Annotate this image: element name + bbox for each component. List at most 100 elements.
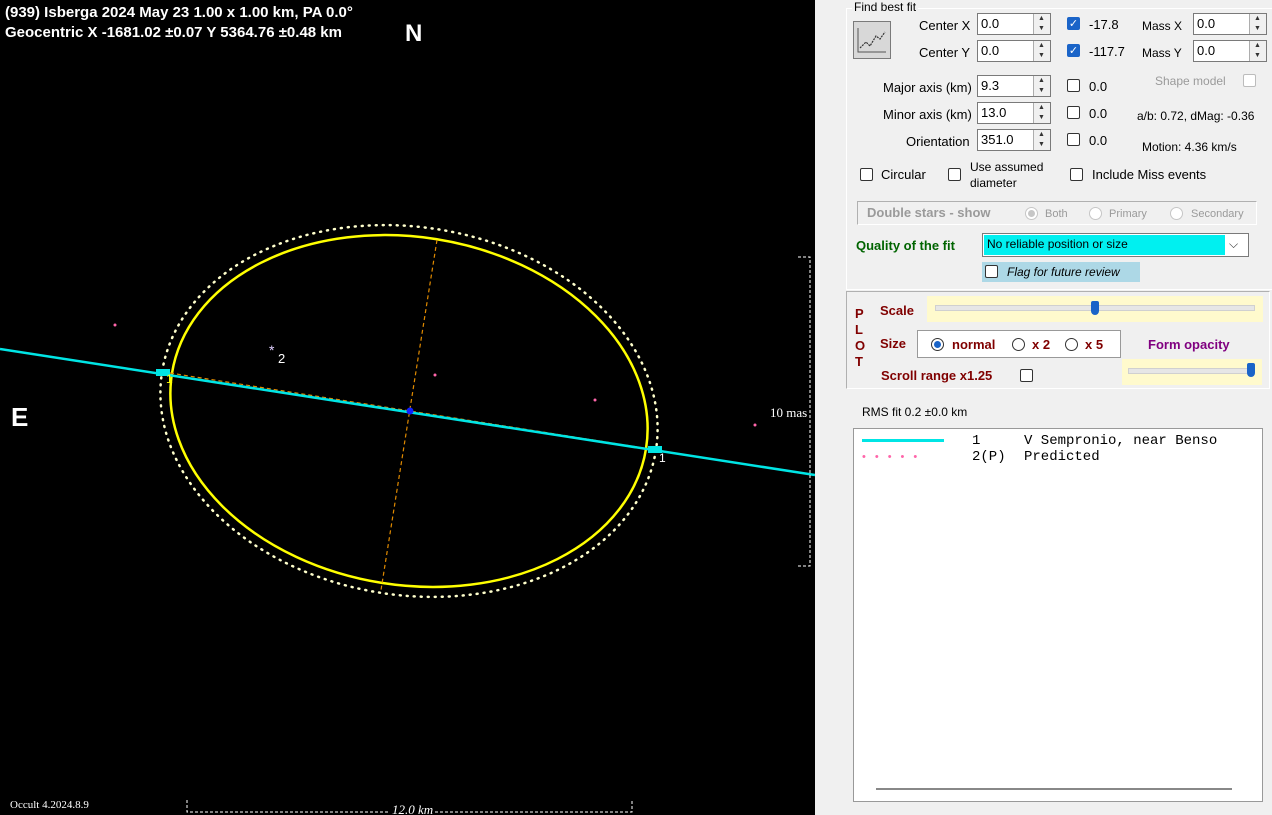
size-normal-radio[interactable] xyxy=(931,338,944,351)
east-label: E xyxy=(11,402,29,432)
mass-x-label: Mass X xyxy=(1142,19,1183,33)
minor-axis-spinner[interactable]: 13.0 ▲ ▼ xyxy=(977,102,1051,124)
mas-scale-label: 10 mas xyxy=(770,405,808,420)
chord-label-right: 1 xyxy=(659,451,666,465)
form-opacity-slider[interactable] xyxy=(1122,359,1262,385)
spinner-arrows-icon[interactable]: ▲ ▼ xyxy=(1249,14,1266,34)
minor-axis-label: Minor axis (km) xyxy=(883,107,972,122)
use-assumed-label-2: diameter xyxy=(970,176,1017,190)
legend-text: V Sempronio, near Benso xyxy=(1024,433,1218,449)
chevron-down-icon[interactable]: ⌵ xyxy=(1229,237,1238,252)
find-best-fit-button[interactable] xyxy=(853,21,891,59)
primary-radio[interactable] xyxy=(1089,207,1102,220)
spinner-arrows-icon[interactable]: ▲ ▼ xyxy=(1249,41,1266,61)
star-label: 2 xyxy=(278,351,286,366)
plot-title: (939) Isberga 2024 May 23 1.00 x 1.00 km… xyxy=(5,4,353,21)
orientation-label: Orientation xyxy=(906,134,970,149)
orientation-value: 351.0 xyxy=(981,132,1014,147)
size-normal-label: normal xyxy=(952,337,996,352)
spinner-arrows-icon[interactable]: ▲ ▼ xyxy=(1033,41,1050,61)
quality-selected: No reliable position or size xyxy=(984,235,1225,255)
minor-axis-value: 13.0 xyxy=(981,105,1007,120)
star-marker: * xyxy=(269,342,275,358)
major-axis-check-value: 0.0 xyxy=(1089,79,1108,94)
legend-swatch-solid xyxy=(862,439,944,442)
major-axis-spinner[interactable]: 9.3 ▲ ▼ xyxy=(977,75,1051,97)
mass-y-spinner[interactable]: 0.0 ▲ ▼ xyxy=(1193,40,1267,62)
secondary-radio[interactable] xyxy=(1170,207,1183,220)
orientation-spinner[interactable]: 351.0 ▲ ▼ xyxy=(977,129,1051,151)
flag-review-checkbox[interactable] xyxy=(985,265,998,278)
center-x-spinner[interactable]: 0.0 ▲ ▼ xyxy=(977,13,1051,35)
legend-num: 1 xyxy=(972,433,981,449)
size-label: Size xyxy=(880,336,907,351)
minor-axis-checkbox[interactable] xyxy=(1067,106,1080,119)
quality-dropdown[interactable]: No reliable position or size ⌵ xyxy=(982,233,1249,257)
scroll-range-checkbox[interactable] xyxy=(1020,369,1033,382)
center-x-value: 0.0 xyxy=(981,16,1000,31)
double-stars-label: Double stars - show xyxy=(867,205,991,220)
quality-label: Quality of the fit xyxy=(856,238,955,253)
chart-icon xyxy=(854,22,890,58)
find-best-fit-label: Find best fit xyxy=(852,0,919,14)
horizontal-scrollbar[interactable] xyxy=(876,788,1232,790)
spinner-arrows-icon[interactable]: ▲ ▼ xyxy=(1033,14,1050,34)
mass-x-value: 0.0 xyxy=(1197,16,1216,31)
predicted-point xyxy=(753,423,757,427)
center-x-check-value: -17.8 xyxy=(1089,17,1119,32)
shape-model-checkbox[interactable] xyxy=(1243,74,1256,87)
circular-checkbox[interactable] xyxy=(860,168,873,181)
mass-y-label: Mass Y xyxy=(1142,46,1182,60)
plot-letter: L xyxy=(855,322,863,337)
version-label: Occult 4.2024.8.9 xyxy=(10,799,89,811)
size-x5-radio[interactable] xyxy=(1065,338,1078,351)
scroll-range-label: Scroll range x1.25 xyxy=(881,368,993,383)
plot-vertical-label: P L O T xyxy=(855,306,865,370)
spinner-arrows-icon[interactable]: ▲ ▼ xyxy=(1033,103,1050,123)
geocentric-position: Geocentric X -1681.02 ±0.07 Y 5364.76 ±0… xyxy=(5,24,342,41)
scale-slider-thumb[interactable] xyxy=(1091,301,1099,315)
secondary-label: Secondary xyxy=(1191,208,1244,220)
orientation-checkbox[interactable] xyxy=(1067,133,1080,146)
primary-label: Primary xyxy=(1109,208,1147,220)
form-opacity-slider-thumb[interactable] xyxy=(1247,363,1255,377)
orientation-check-value: 0.0 xyxy=(1089,133,1108,148)
quality-value: No reliable position or size xyxy=(987,237,1128,251)
legend-list[interactable]: 1 V Sempronio, near Benso ••••• 2(P) Pre… xyxy=(853,428,1263,802)
scale-slider[interactable] xyxy=(927,296,1263,322)
include-miss-label: Include Miss events xyxy=(1092,167,1207,182)
spinner-arrows-icon[interactable]: ▲ ▼ xyxy=(1033,76,1050,96)
both-radio[interactable] xyxy=(1025,207,1038,220)
plot-letter: O xyxy=(855,338,866,353)
size-x2-label: x 2 xyxy=(1032,337,1051,352)
major-axis-value: 9.3 xyxy=(981,78,1000,93)
control-panel: Find best fit Center X 0.0 ▲ ▼ ✓ -17.8 Ma… xyxy=(815,0,1272,815)
km-scale-label: 12.0 km xyxy=(390,802,436,815)
use-assumed-diameter-checkbox[interactable] xyxy=(948,168,961,181)
major-axis-label: Major axis (km) xyxy=(883,80,972,95)
plot-letter: P xyxy=(855,306,864,321)
center-x-checkbox[interactable]: ✓ xyxy=(1067,17,1080,30)
ab-dmag-text: a/b: 0.72, dMag: -0.36 xyxy=(1137,109,1255,123)
center-y-value: 0.0 xyxy=(981,43,1000,58)
use-assumed-label-1: Use assumed xyxy=(970,160,1044,174)
motion-text: Motion: 4.36 km/s xyxy=(1142,140,1237,154)
scale-label: Scale xyxy=(880,303,914,318)
spinner-arrows-icon[interactable]: ▲ ▼ xyxy=(1033,130,1050,150)
legend-swatch-dots: ••••• xyxy=(862,451,927,463)
size-x2-radio[interactable] xyxy=(1012,338,1025,351)
center-point xyxy=(406,407,414,415)
center-y-spinner[interactable]: 0.0 ▲ ▼ xyxy=(977,40,1051,62)
center-y-label: Center Y xyxy=(919,45,971,60)
shape-model-label: Shape model xyxy=(1155,74,1226,88)
predicted-point xyxy=(113,323,117,327)
size-x5-label: x 5 xyxy=(1085,337,1104,352)
predicted-point xyxy=(593,398,597,402)
center-x-label: Center X xyxy=(919,18,971,33)
major-axis-checkbox[interactable] xyxy=(1067,79,1080,92)
center-y-checkbox[interactable]: ✓ xyxy=(1067,44,1080,57)
mass-x-spinner[interactable]: 0.0 ▲ ▼ xyxy=(1193,13,1267,35)
include-miss-checkbox[interactable] xyxy=(1070,168,1083,181)
occultation-plot[interactable]: * (939) Isberga 2024 May 23 1.00 x 1.00 … xyxy=(0,0,815,815)
legend-num: 2(P) xyxy=(972,449,1006,465)
